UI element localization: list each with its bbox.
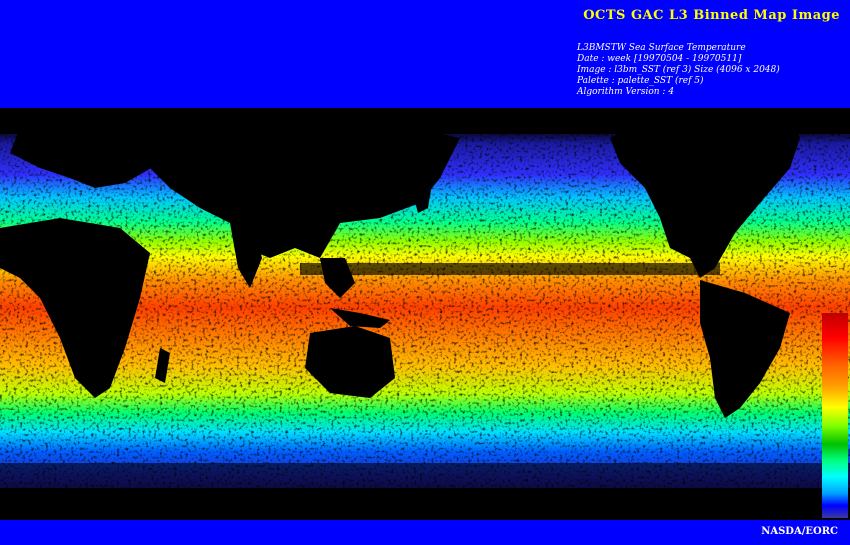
meta-date: Date : week [19970504 - 19970511] [577, 54, 742, 64]
footer-banner: NASDA/EORC [0, 520, 850, 545]
meta-palette: Palette : palette_SST (ref 5) [577, 76, 704, 86]
header-banner: OCTS GAC L3 Binned Map Image L3BMSTW Sea… [0, 0, 850, 108]
credit-label: NASDA/EORC [761, 526, 838, 537]
metadata-block: L3BMSTW Sea Surface Temperature Date : w… [577, 43, 780, 98]
meta-image: Image : l3bm_SST (ref 3) Size (4096 x 20… [577, 65, 780, 75]
sst-map-image [0, 108, 850, 520]
meta-product: L3BMSTW Sea Surface Temperature [577, 43, 746, 53]
sst-map [0, 108, 850, 520]
meta-algorithm: Algorithm Version : 4 [577, 87, 675, 97]
color-scale-bar [822, 313, 848, 518]
map-title: OCTS GAC L3 Binned Map Image [583, 8, 840, 23]
